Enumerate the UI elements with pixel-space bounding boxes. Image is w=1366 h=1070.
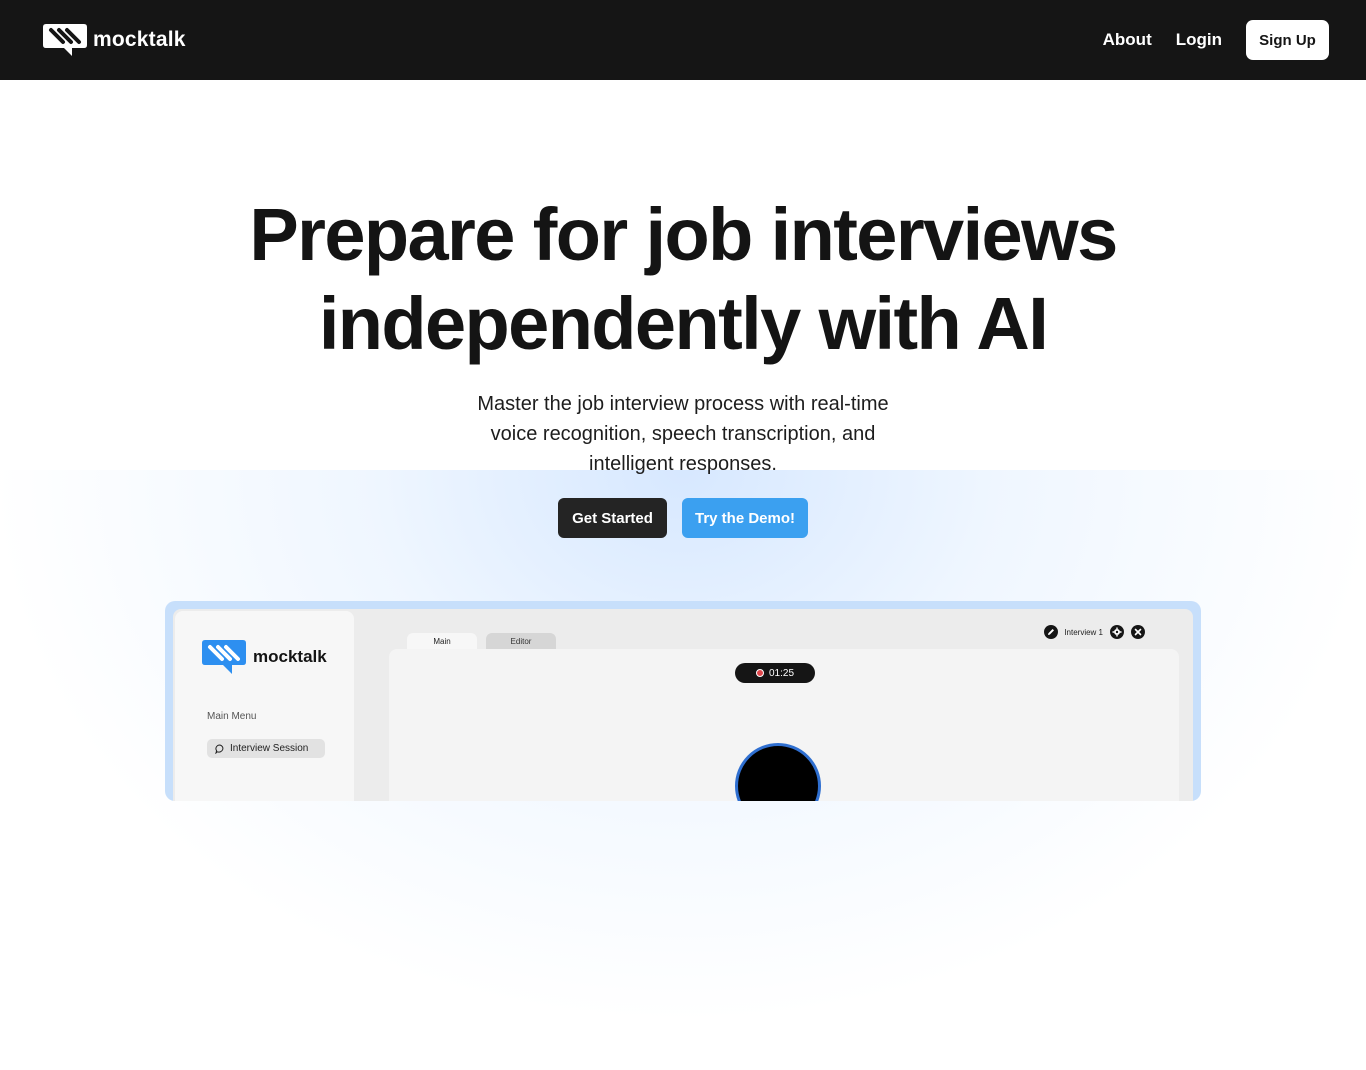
tab-main[interactable]: Main <box>407 633 477 649</box>
nav-links: About Login Sign Up <box>1103 20 1329 60</box>
signup-button[interactable]: Sign Up <box>1246 20 1329 60</box>
hero-title: Prepare for job interviews independently… <box>0 190 1366 368</box>
sidebar-item-interview-session[interactable]: Interview Session <box>207 739 325 758</box>
navbar: mocktalk About Login Sign Up <box>0 0 1366 80</box>
record-icon <box>755 669 764 677</box>
chat-bubble-icon <box>215 743 224 754</box>
tab-editor[interactable]: Editor <box>486 633 556 649</box>
timer-value: 01:25 <box>768 667 795 679</box>
main-menu-label: Main Menu <box>207 711 257 722</box>
nav-about-link[interactable]: About <box>1103 30 1152 50</box>
mocktalk-logo-icon <box>202 640 246 674</box>
pencil-icon[interactable] <box>1044 625 1059 639</box>
preview-sidebar: mocktalk Main Menu Interview Session <box>175 611 354 801</box>
cta-row: Get Started Try the Demo! <box>558 498 808 538</box>
hero-subtitle: Master the job interview process with re… <box>477 393 889 475</box>
session-toolbar: Interview 1 <box>1044 625 1145 639</box>
preview-brand: mocktalk <box>201 639 327 675</box>
sidebar-item-label: Interview Session <box>230 743 309 754</box>
session-name: Interview 1 <box>1064 627 1103 637</box>
get-started-button[interactable]: Get Started <box>558 498 667 538</box>
close-icon[interactable] <box>1131 625 1145 639</box>
preview-brand-name: mocktalk <box>253 647 327 666</box>
brand-logo-link[interactable]: mocktalk <box>42 22 186 58</box>
app-preview-window: mocktalk Main Menu Interview Session Mai… <box>173 609 1193 801</box>
nav-login-link[interactable]: Login <box>1176 30 1222 50</box>
hero-title-line-1: Prepare for job interviews <box>249 193 1118 276</box>
brand-name: mocktalk <box>93 28 186 51</box>
hero-title-line-2: independently with AI <box>318 282 1049 365</box>
try-demo-button[interactable]: Try the Demo! <box>682 498 808 538</box>
mocktalk-logo-icon <box>43 24 87 56</box>
recording-timer: 01:25 <box>735 663 815 683</box>
app-preview-frame: mocktalk Main Menu Interview Session Mai… <box>165 601 1201 801</box>
gear-icon[interactable] <box>1110 625 1124 639</box>
